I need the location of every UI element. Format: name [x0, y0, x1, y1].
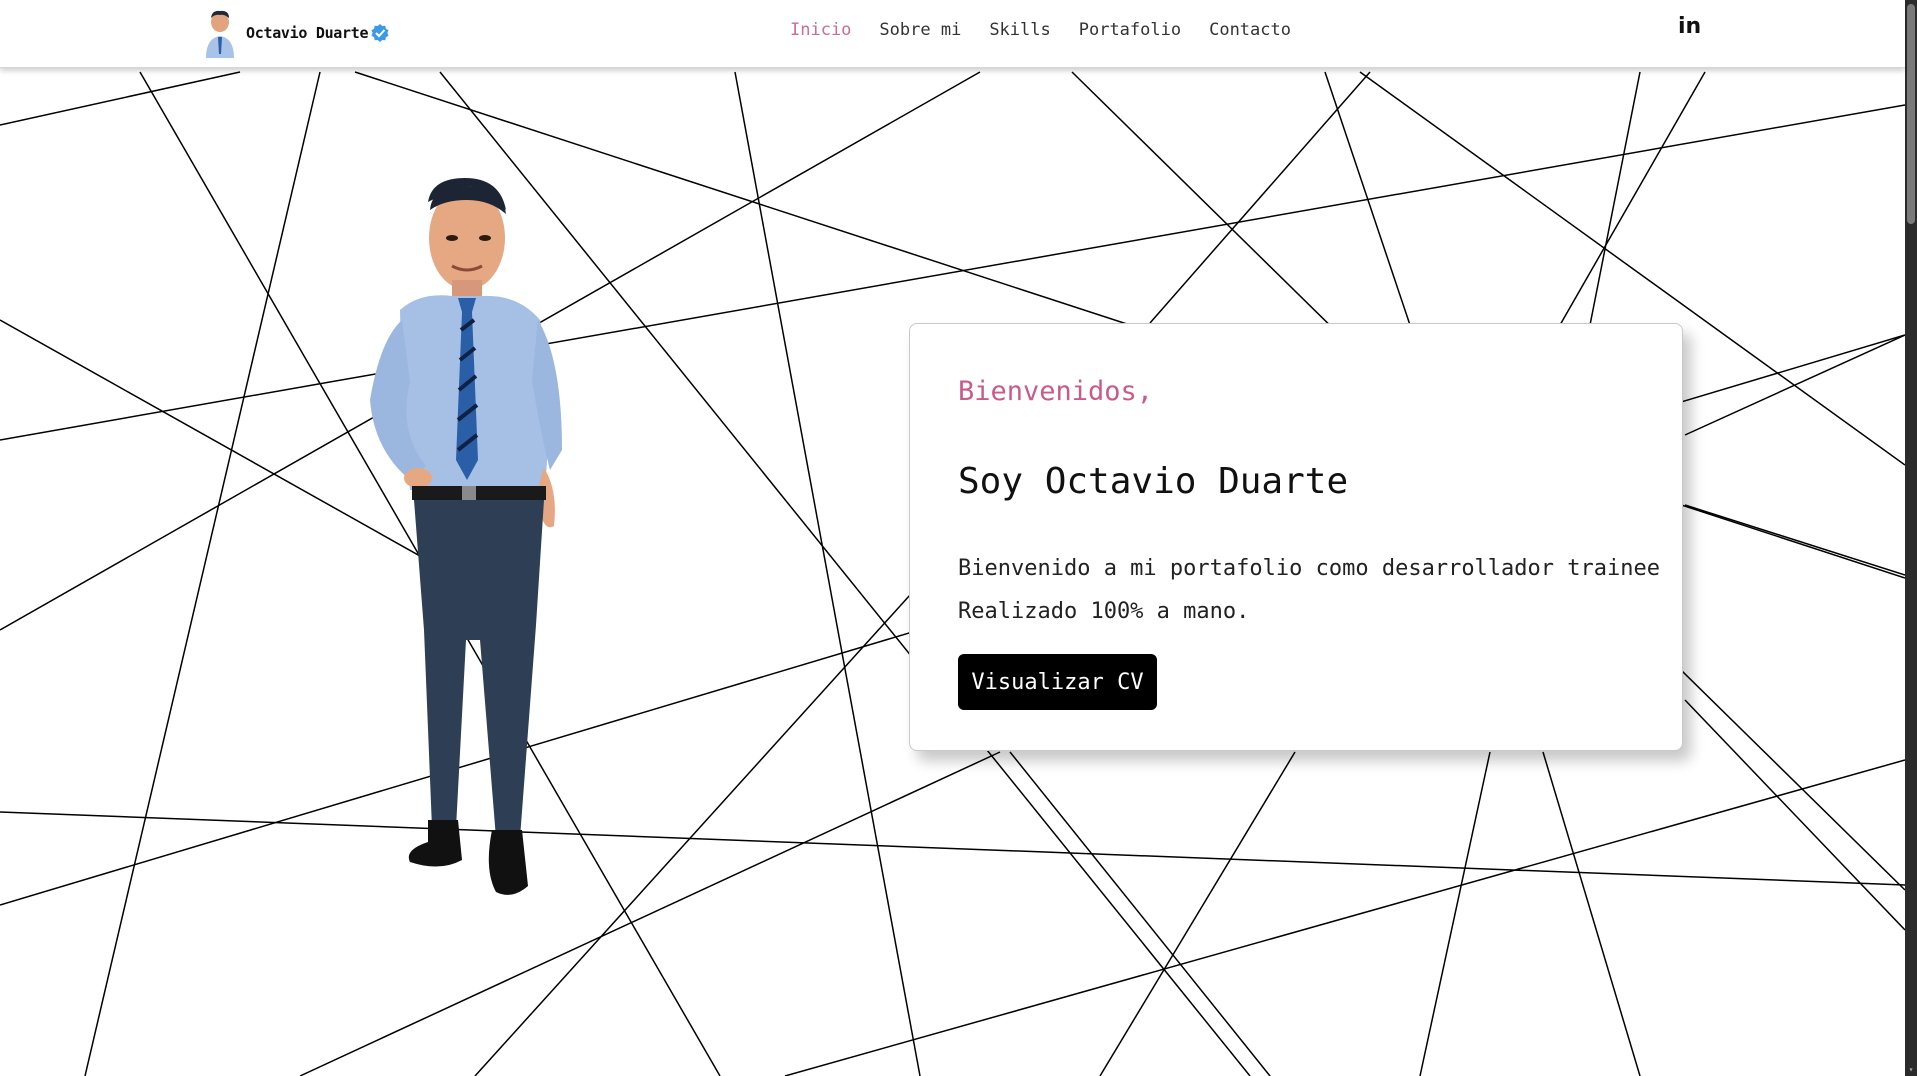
site-header: Octavio Duarte Inicio Sobre mi Skills Po…: [0, 0, 1905, 68]
view-cv-button[interactable]: Visualizar CV: [958, 654, 1157, 710]
page: Octavio Duarte Inicio Sobre mi Skills Po…: [0, 0, 1917, 1076]
nav-link-sobre-mi[interactable]: Sobre mi: [879, 20, 961, 40]
scrollbar-thumb[interactable]: [1907, 4, 1915, 224]
brand-name: Octavio Duarte: [246, 24, 369, 42]
character-illustration: [370, 178, 562, 895]
nav-link-skills[interactable]: Skills: [989, 20, 1050, 40]
linkedin-icon[interactable]: in: [1678, 16, 1701, 38]
main-nav: Inicio Sobre mi Skills Portafolio Contac…: [790, 20, 1319, 40]
verified-icon: [371, 24, 389, 42]
hero-description-line1: Bienvenido a mi portafolio como desarrol…: [958, 556, 1660, 581]
nav-link-portafolio[interactable]: Portafolio: [1079, 20, 1181, 40]
hero-title: Soy Octavio Duarte: [958, 461, 1349, 502]
brand[interactable]: Octavio Duarte: [200, 8, 390, 58]
nav-link-contacto[interactable]: Contacto: [1209, 20, 1291, 40]
hero-card: Bienvenidos, Soy Octavio Duarte Bienveni…: [909, 323, 1683, 751]
greeting: Bienvenidos,: [958, 376, 1154, 407]
hero-description-line2: Realizado 100% a mano.: [958, 599, 1250, 624]
scroll-down-arrow-icon[interactable]: ▾: [1907, 1066, 1915, 1074]
avatar: [206, 10, 234, 58]
scrollbar[interactable]: ▾: [1905, 0, 1917, 1076]
nav-link-inicio[interactable]: Inicio: [790, 20, 851, 40]
